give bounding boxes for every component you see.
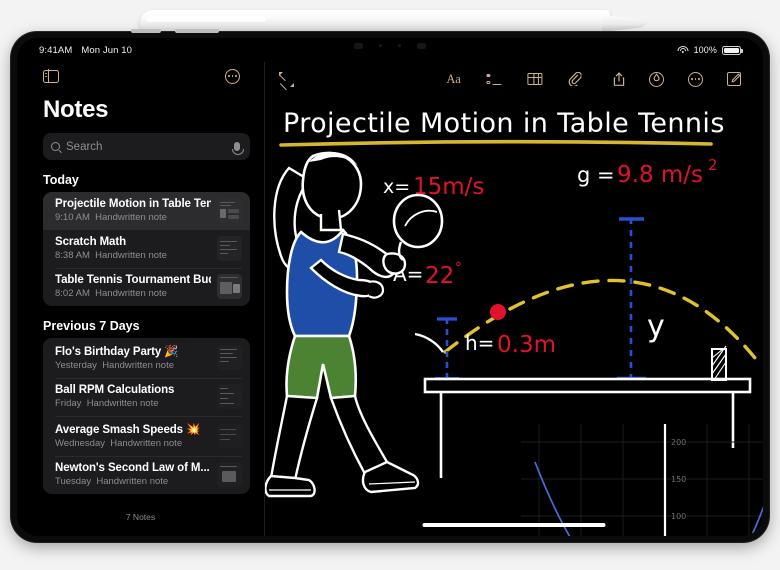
note-title: Ball RPM Calculations	[55, 384, 175, 396]
svg-text:h=: h=	[465, 331, 494, 355]
home-indicator[interactable]	[422, 523, 606, 527]
note-subtitle: 8:02 AM Handwritten note	[55, 288, 167, 299]
status-time: 9:41AM	[39, 44, 73, 56]
note-list-item-projectile[interactable]: Projectile Motion in Table Ten... 9:10 A…	[43, 192, 250, 230]
note-thumbnail	[217, 384, 242, 409]
title-underline	[279, 139, 713, 147]
pencil-highlight	[146, 16, 266, 22]
notes-group-previous: Flo's Birthday Party 🎉 Yesterday Handwri…	[43, 338, 250, 494]
expand-diagonal-icon[interactable]	[278, 71, 294, 87]
note-title: Table Tennis Tournament Bud...	[55, 274, 211, 286]
sidebar-toolbar	[17, 62, 264, 90]
note-title: Flo's Birthday Party 🎉	[55, 346, 179, 358]
notes-sidebar: Notes Search Today Projectile Motion in …	[17, 62, 264, 536]
battery-icon	[722, 45, 743, 55]
ping-pong-table	[423, 377, 752, 478]
markup-pen-icon[interactable]	[649, 71, 664, 87]
chart-y-tick-labels: 200 150 100 50	[671, 438, 686, 521]
pencil-tip	[602, 15, 648, 32]
share-icon[interactable]	[613, 71, 625, 87]
note-thumbnail	[217, 236, 242, 261]
note-thumbnail	[217, 462, 242, 487]
svg-text:22: 22	[425, 263, 454, 289]
svg-text:x=: x=	[383, 176, 410, 198]
note-subtitle: Tuesday Handwritten note	[55, 476, 169, 487]
launch-angle-arc	[414, 332, 444, 353]
note-list-item-ball-rpm[interactable]: Ball RPM Calculations Friday Handwritten…	[43, 378, 250, 416]
note-subtitle: Wednesday Handwritten note	[55, 438, 183, 449]
search-field[interactable]: Search	[43, 133, 250, 160]
search-placeholder: Search	[66, 140, 103, 153]
sidebar-toggle-icon[interactable]	[43, 69, 59, 83]
note-thumbnail	[217, 274, 242, 299]
note-toolbar: Aa	[265, 62, 763, 96]
note-subtitle: Friday Handwritten note	[55, 398, 159, 409]
svg-text:°: °	[455, 260, 462, 276]
ipad-device: 9:41AM Mon Jun 10 100% Notes Search Toda…	[11, 29, 769, 542]
parabola-chart: 200 150 100 50 50 -100 -50	[521, 424, 763, 536]
svg-text:9.8 m/s: 9.8 m/s	[617, 162, 703, 188]
toolbar-center-group: Aa	[446, 71, 583, 88]
svg-text:0.3m: 0.3m	[497, 332, 556, 358]
net	[711, 345, 727, 381]
bulleted-list-icon[interactable]	[486, 73, 502, 85]
battery-percent: 100%	[693, 45, 717, 55]
search-icon	[51, 142, 60, 151]
note-title: Average Smash Speeds 💥	[55, 424, 201, 436]
svg-text:150: 150	[671, 475, 686, 484]
wifi-icon	[677, 45, 689, 55]
note-title: Newton's Second Law of M...	[55, 462, 210, 474]
note-thumbnail	[217, 345, 242, 370]
red-ball-marker	[490, 304, 506, 320]
microphone-icon[interactable]	[231, 142, 244, 155]
note-more-ellipsis-icon[interactable]	[688, 71, 703, 87]
device-buttons	[131, 29, 291, 34]
section-heading-previous: Previous 7 Days	[43, 319, 140, 333]
note-list-item-birthday[interactable]: Flo's Birthday Party 🎉 Yesterday Handwri…	[43, 338, 250, 378]
section-heading-today: Today	[43, 173, 79, 187]
status-bar: 9:41AM Mon Jun 10 100%	[17, 38, 763, 62]
chart-gridlines	[521, 424, 763, 536]
format-aa-button[interactable]: Aa	[446, 72, 460, 87]
note-title: Projectile Motion in Table Ten...	[55, 198, 211, 210]
note-list-item-tournament-budget[interactable]: Table Tennis Tournament Bud... 8:02 AM H…	[43, 268, 250, 306]
note-title: Scratch Math	[55, 236, 127, 248]
table-tennis-player	[265, 151, 444, 498]
note-thumbnail	[217, 423, 242, 448]
svg-text:2: 2	[708, 156, 718, 174]
paddle	[392, 193, 444, 249]
note-subtitle: 8:38 AM Handwritten note	[55, 250, 167, 261]
paperclip-icon[interactable]	[568, 71, 583, 88]
svg-text:200: 200	[671, 438, 686, 447]
handwriting-canvas[interactable]: Projectile Motion in Table Tennis x= 15m…	[265, 96, 763, 536]
notes-group-today: Projectile Motion in Table Ten... 9:10 A…	[43, 192, 250, 306]
sidebar-more-ellipsis-icon[interactable]	[225, 68, 240, 84]
note-subtitle: Yesterday Handwritten note	[55, 360, 175, 371]
y-axis-label-handwritten: y	[647, 309, 665, 344]
screenshot-root: 9:41AM Mon Jun 10 100% Notes Search Toda…	[0, 0, 780, 570]
toolbar-right-group	[613, 71, 741, 87]
note-list-item-scratch-math[interactable]: Scratch Math 8:38 AM Handwritten note	[43, 230, 250, 268]
table-icon[interactable]	[527, 73, 543, 85]
compose-new-note-icon[interactable]	[727, 72, 741, 86]
svg-text:100: 100	[671, 512, 686, 521]
status-date: Mon Jun 10	[81, 44, 132, 56]
svg-text:g =: g =	[577, 163, 615, 187]
page-title: Notes	[43, 96, 109, 123]
note-detail-pane: Aa Projectile Motion in Table Tennis x= …	[265, 62, 763, 536]
ipad-screen: 9:41AM Mon Jun 10 100% Notes Search Toda…	[17, 38, 763, 536]
app-body: Notes Search Today Projectile Motion in …	[17, 62, 763, 536]
note-title-handwritten: Projectile Motion in Table Tennis	[283, 108, 725, 139]
note-list-item-smash-speeds[interactable]: Average Smash Speeds 💥 Wednesday Handwri…	[43, 416, 250, 456]
note-subtitle: 9:10 AM Handwritten note	[55, 212, 167, 223]
note-list-item-newton[interactable]: Newton's Second Law of M... Tuesday Hand…	[43, 456, 250, 494]
note-thumbnail	[217, 198, 242, 223]
notes-count-footer: 7 Notes	[125, 512, 156, 522]
